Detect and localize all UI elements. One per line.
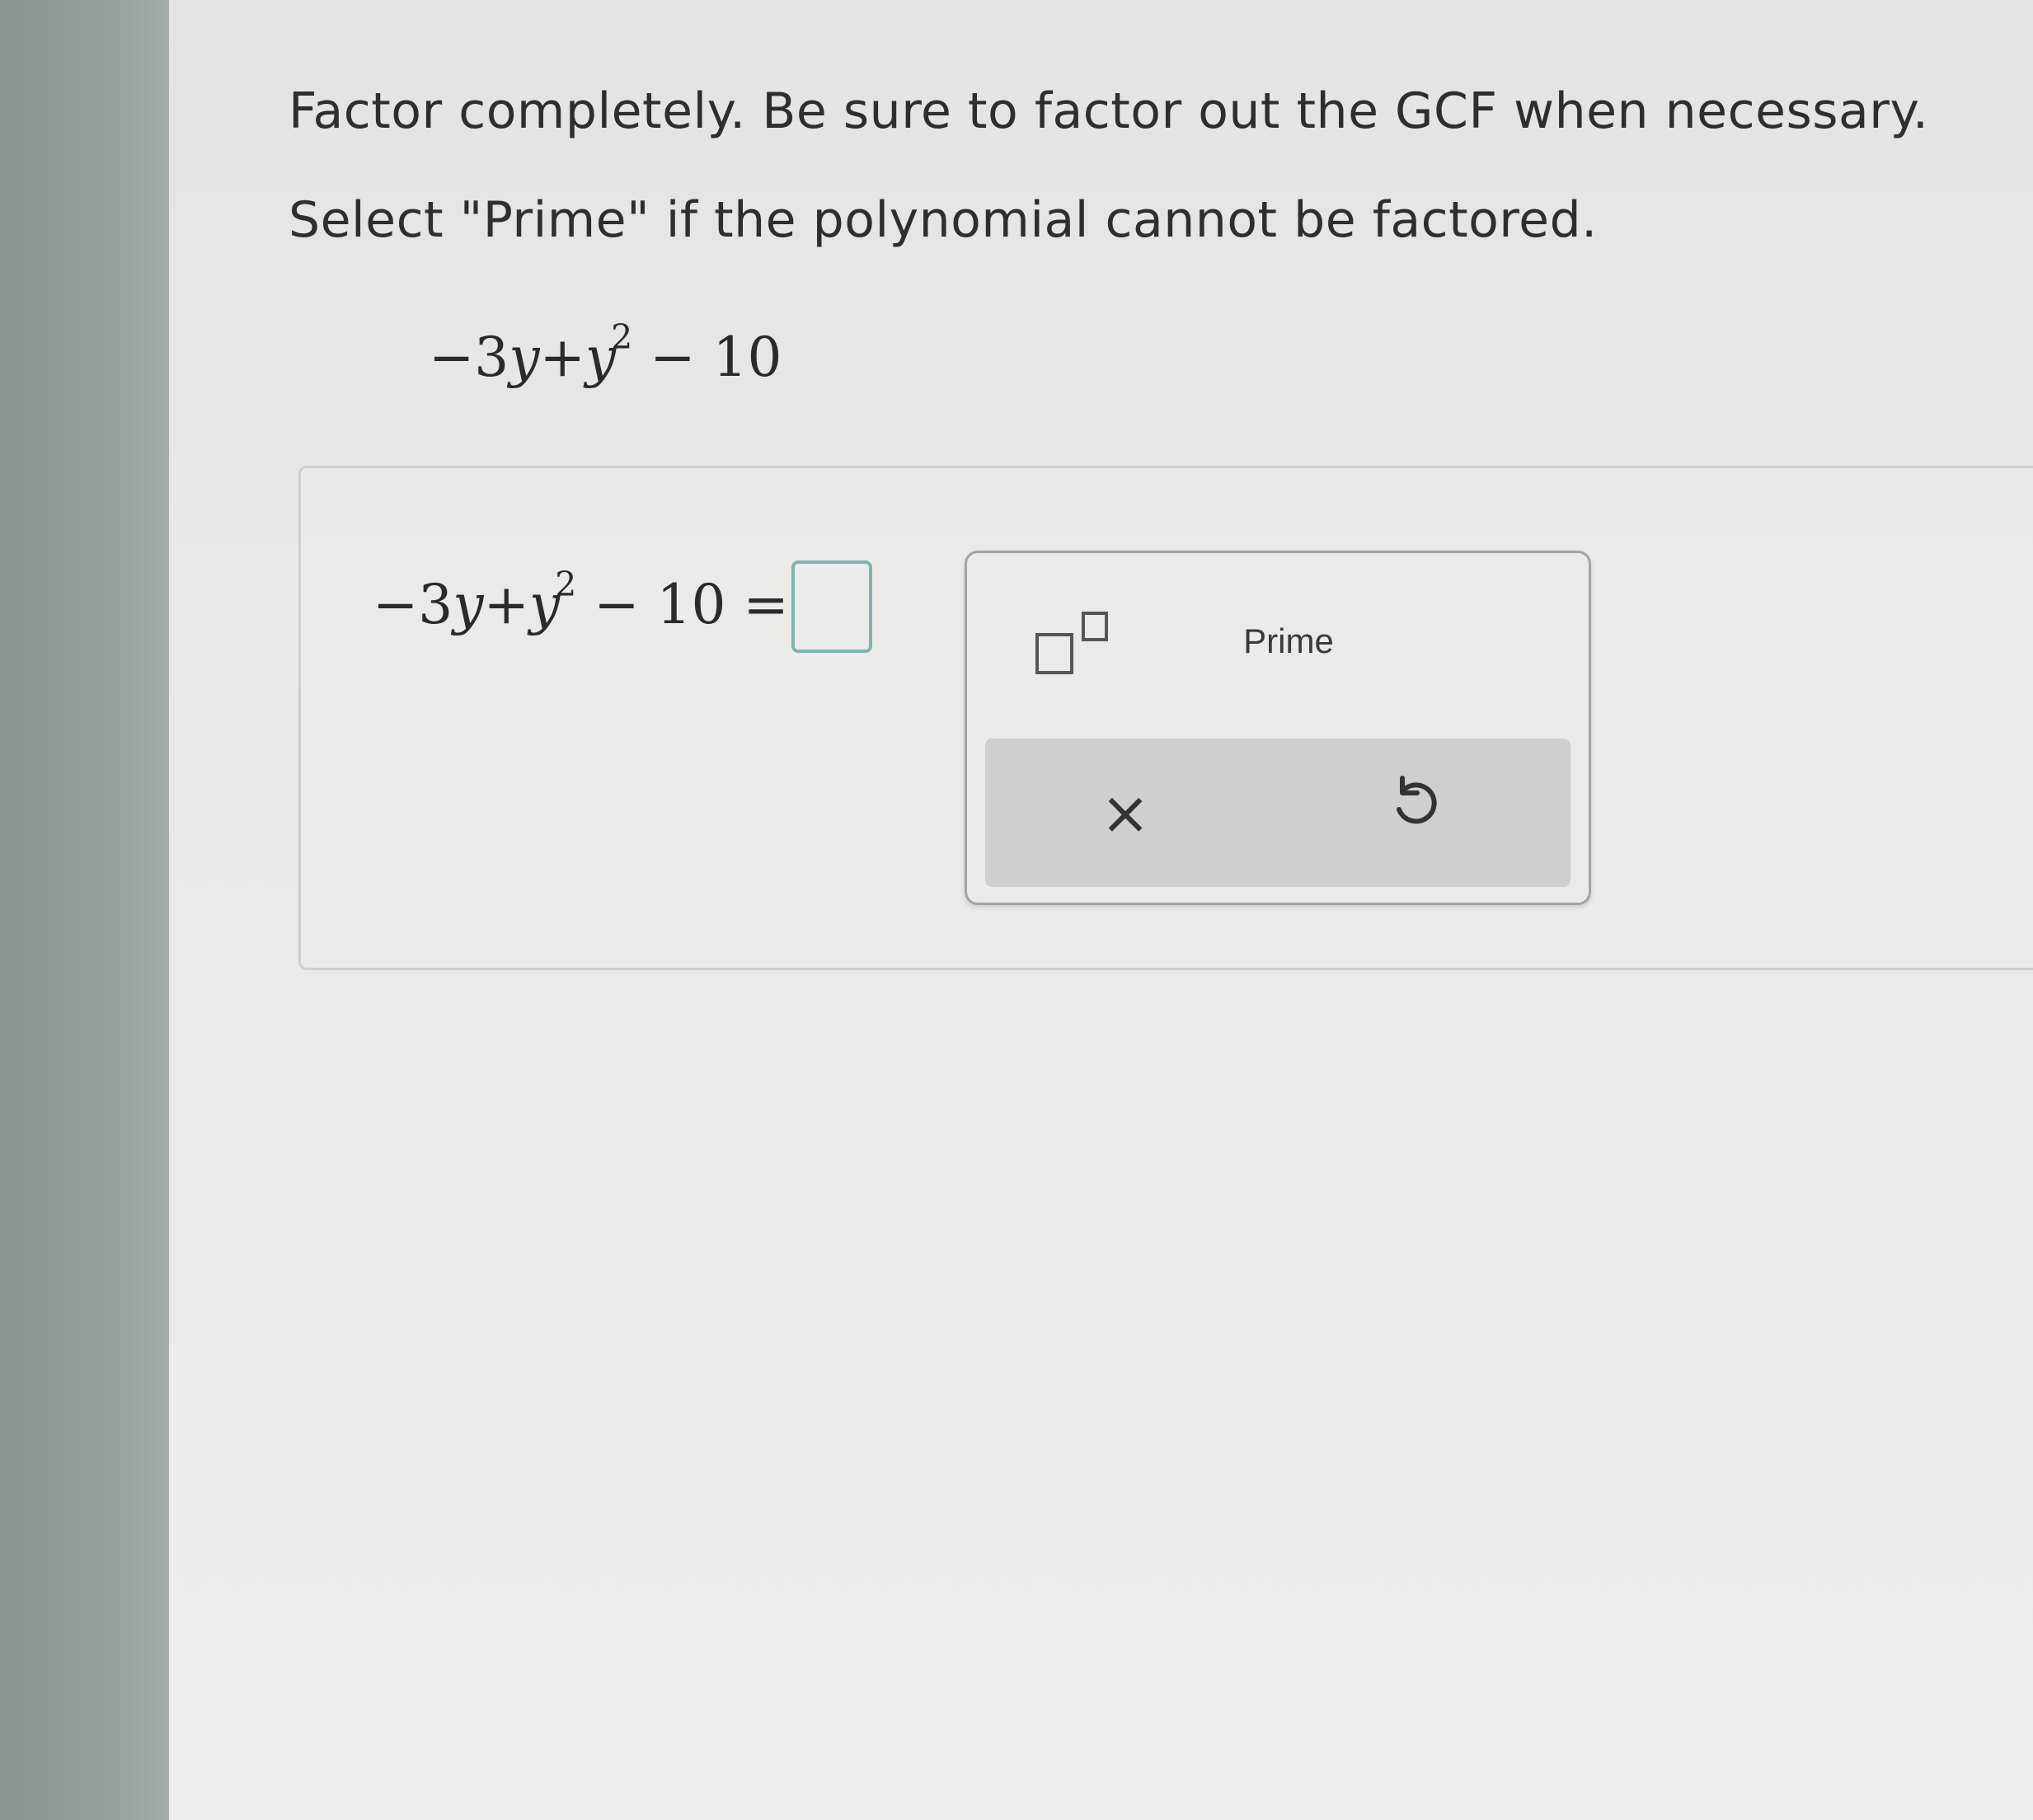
superscript-box bbox=[1082, 612, 1108, 641]
clear-button[interactable]: × bbox=[1084, 772, 1167, 854]
instruction-prime-text: Select "Prime" if the polynomial cannot … bbox=[289, 191, 1598, 249]
base-box bbox=[1035, 633, 1073, 674]
prime-button[interactable]: Prime bbox=[1206, 612, 1371, 670]
undo-icon bbox=[1397, 776, 1437, 824]
close-icon: × bbox=[1100, 778, 1151, 847]
expression-variable: y bbox=[509, 326, 540, 389]
answer-input[interactable] bbox=[791, 561, 872, 653]
math-keypad: Prime × bbox=[965, 551, 1591, 905]
answer-exponent: 2 bbox=[555, 564, 577, 604]
answer-constant: − 10 bbox=[576, 573, 726, 636]
expression-exponent: 2 bbox=[611, 317, 633, 357]
keypad-action-bar: × bbox=[985, 739, 1571, 887]
answer-coefficient: −3 bbox=[373, 573, 453, 636]
expression-coefficient: −3 bbox=[429, 326, 509, 389]
expression-plus: + bbox=[539, 326, 585, 389]
undo-button[interactable] bbox=[1373, 772, 1455, 854]
answer-expression: −3y+y2 − 10 = bbox=[373, 565, 789, 636]
expression-constant: − 10 bbox=[632, 326, 782, 389]
exponent-button[interactable] bbox=[1029, 607, 1120, 681]
answer-variable: y bbox=[453, 573, 484, 636]
problem-expression: −3y+y2 − 10 bbox=[429, 317, 782, 389]
left-margin-strip bbox=[0, 0, 169, 1820]
equals-sign: = bbox=[725, 573, 789, 636]
answer-plus: + bbox=[483, 573, 529, 636]
instruction-text: Factor completely. Be sure to factor out… bbox=[289, 82, 1929, 140]
